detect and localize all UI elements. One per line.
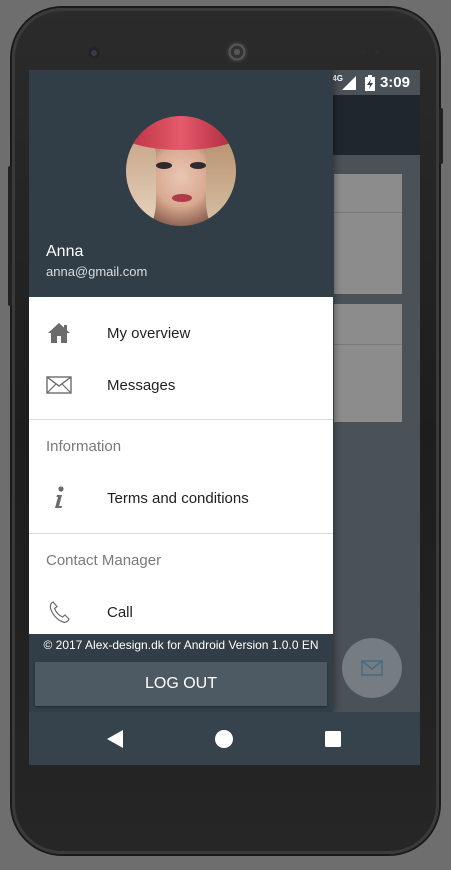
user-email: anna@gmail.com [46, 264, 148, 279]
volume-button [8, 166, 12, 306]
menu-item-label: Terms and conditions [107, 489, 249, 507]
envelope-icon [46, 372, 72, 398]
menu-item-label: Messages [107, 376, 176, 394]
divider [29, 533, 333, 534]
back-button[interactable] [85, 712, 145, 765]
back-icon [107, 729, 123, 748]
power-button [439, 108, 443, 164]
menu-item-my-overview[interactable]: My overview [29, 307, 333, 359]
navigation-drawer: Anna anna@gmail.com My overview Messages… [29, 70, 333, 712]
light-sensor [374, 49, 380, 55]
section-title-information: Information [46, 438, 122, 455]
screen: 4G 3:09 Anna anna@gmail.com My overview … [29, 70, 420, 765]
phone-icon [46, 599, 72, 625]
version-text: © 2017 Alex-design.dk for Android Versio… [43, 638, 319, 652]
proximity-sensor [360, 49, 366, 55]
envelope-icon [361, 660, 383, 676]
logout-button[interactable]: LOG OUT [35, 662, 327, 706]
drawer-header: Anna anna@gmail.com [29, 70, 333, 297]
clock: 3:09 [379, 74, 410, 91]
menu-item-terms[interactable]: Terms and conditions [29, 472, 333, 524]
background-card [334, 174, 402, 294]
battery-icon [364, 74, 375, 91]
divider [29, 419, 333, 420]
home-button[interactable] [194, 712, 254, 765]
avatar[interactable] [126, 116, 236, 226]
menu-item-call[interactable]: Call [29, 586, 333, 638]
menu-item-label: Call [107, 603, 133, 621]
front-camera [88, 47, 100, 59]
info-icon [46, 485, 72, 511]
section-title-contact-manager: Contact Manager [46, 552, 162, 569]
background-card [334, 304, 402, 422]
earpiece-speaker [226, 41, 248, 63]
drawer-footer: © 2017 Alex-design.dk for Android Versio… [29, 634, 333, 712]
signal-icon [341, 75, 356, 90]
home-icon [46, 320, 72, 346]
network-type: 4G [332, 74, 343, 83]
menu-item-messages[interactable]: Messages [29, 359, 333, 411]
system-nav-bar [29, 712, 420, 765]
menu-item-label: My overview [107, 324, 191, 342]
recents-button[interactable] [303, 712, 363, 765]
compose-fab[interactable] [342, 638, 402, 698]
home-circle-icon [215, 729, 233, 748]
recents-icon [325, 730, 341, 747]
user-name: Anna [46, 243, 84, 260]
